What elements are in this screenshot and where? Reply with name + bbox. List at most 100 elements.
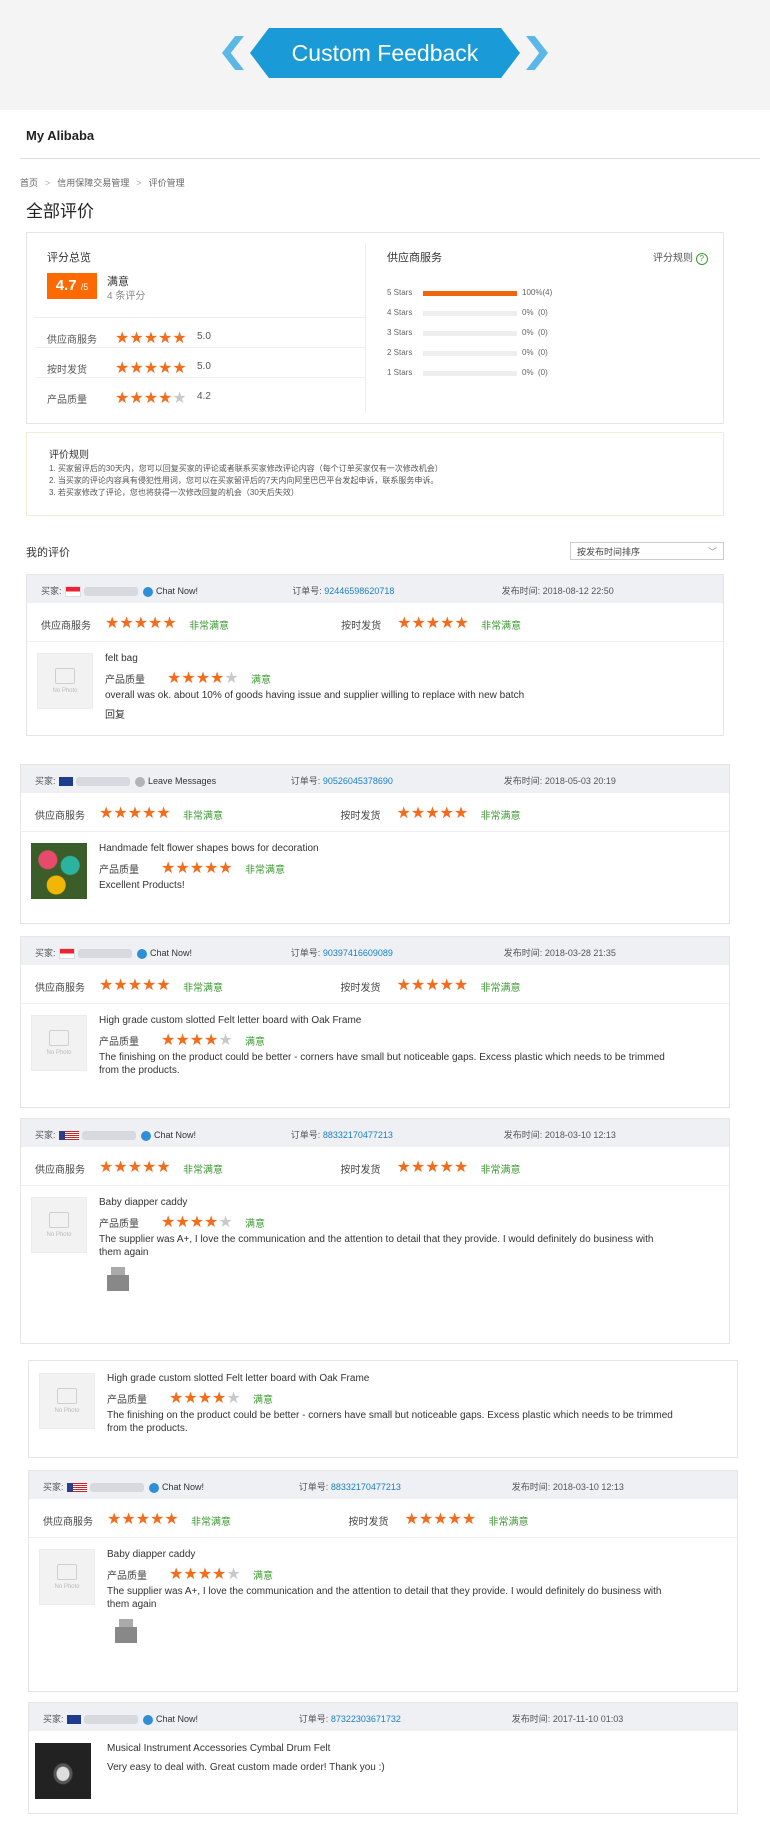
order-info: 订单号: 88332170477213 [298, 1482, 401, 1492]
service-stars: ★★★★★ [107, 1511, 179, 1528]
dist-value: 0% (0) [522, 348, 548, 357]
contact-link[interactable]: Leave Messages [148, 776, 216, 786]
chat-icon[interactable] [149, 1482, 160, 1493]
product-photo[interactable] [35, 1743, 91, 1799]
flag-au-icon [66, 1715, 81, 1725]
order-number-link[interactable]: 88332170477213 [331, 1482, 401, 1492]
metric-value: 5.0 [197, 361, 211, 372]
chat-icon[interactable] [143, 586, 154, 597]
banner: Custom Feedback [0, 0, 770, 110]
quality-stars: ★★★★★ [167, 670, 239, 687]
product-photo[interactable]: No Photo [37, 653, 93, 709]
contact-link[interactable]: Chat Now! [150, 948, 192, 958]
breadcrumb-item: 评价管理 [148, 178, 185, 188]
review-comment: overall was ok. about 10% of goods havin… [105, 690, 525, 701]
order-number-link[interactable]: 87322303671732 [331, 1714, 401, 1724]
order-number-link[interactable]: 90526045378690 [323, 776, 393, 786]
review-header: 买家: Leave Messages 订单号: 90526045378690 发… [21, 765, 729, 793]
brand-title[interactable]: My Alibaba [26, 128, 94, 143]
product-photo[interactable]: No Photo [31, 1015, 87, 1071]
caddy-photo[interactable] [111, 1617, 141, 1643]
image-icon [57, 1388, 77, 1404]
review-header: 买家: Chat Now! 订单号: 88332170477213 发布时间: … [29, 1471, 737, 1499]
quality-stars: ★★★★★ [169, 1390, 241, 1407]
quality-rating-text: 满意 [253, 1571, 273, 1582]
chat-icon[interactable] [141, 1130, 152, 1141]
on-time-label: 按时发货 [340, 811, 381, 822]
dist-bar-fill [423, 291, 517, 296]
sort-select[interactable]: 按发布时间排序 ﹀ [570, 542, 724, 560]
buyer-info: 买家: Leave Messages [35, 776, 217, 787]
on-time-rating-text: 非常满意 [481, 621, 522, 632]
chat-icon[interactable] [135, 776, 146, 787]
review-header: 买家: Chat Now! 订单号: 92446598620718 发布时间: … [27, 575, 723, 603]
quality-stars: ★★★★★ [161, 860, 233, 877]
supplier-service-label: 供应商服务 [387, 252, 442, 264]
divider [20, 158, 760, 159]
breadcrumb-item[interactable]: 信用保障交易管理 [57, 178, 129, 188]
buyer-name-blurred [83, 587, 138, 597]
review-header: 买家: Chat Now! 订单号: 90397416609089 发布时间: … [21, 937, 729, 965]
contact-link[interactable]: Chat Now! [156, 1714, 198, 1724]
breadcrumb-item[interactable]: 首页 [20, 178, 38, 188]
review-time: 发布时间: 2018-03-28 21:35 [503, 948, 616, 958]
review-card: 买家: Chat Now! 订单号: 90397416609089 发布时间: … [20, 936, 730, 1108]
service-rating-text: 非常满意 [189, 621, 229, 632]
product-title-link[interactable]: High grade custom slotted Felt letter bo… [99, 1015, 361, 1026]
order-info: 订单号: 87322303671732 [298, 1714, 401, 1724]
order-number-link[interactable]: 92446598620718 [324, 586, 394, 596]
metric-label: 按时发货 [47, 365, 87, 376]
supplier-service-label: 供应商服务 [43, 1517, 93, 1528]
order-number-link[interactable]: 90397416609089 [323, 948, 393, 958]
dist-label: 4 Stars [387, 308, 413, 317]
quality-label: 产品质量 [99, 1219, 139, 1230]
product-photo[interactable]: No Photo [39, 1373, 95, 1429]
chevron-right-icon [526, 36, 548, 70]
overall-score: 4.7 /5 [47, 273, 97, 299]
flag-au-icon [58, 777, 73, 787]
product-photo[interactable]: No Photo [31, 1197, 87, 1253]
quality-rating-text: 满意 [245, 1037, 265, 1048]
dist-label: 1 Stars [387, 368, 413, 377]
buyer-name-blurred [83, 1715, 138, 1725]
dist-label: 2 Stars [387, 348, 413, 357]
supplier-service-label: 供应商服务 [35, 1165, 85, 1176]
product-title: Baby diapper caddy [99, 1197, 188, 1208]
service-stars: ★★★★★ [99, 977, 171, 994]
caddy-photo[interactable] [103, 1265, 133, 1291]
quality-label: 产品质量 [105, 675, 145, 686]
flag-us-icon [58, 1131, 79, 1141]
rule-link[interactable]: 评分规则 ? [653, 249, 708, 265]
quality-label: 产品质量 [107, 1395, 147, 1406]
service-rating-text: 非常满意 [191, 1517, 231, 1528]
product-title-link[interactable]: Musical Instrument Accessories Cymbal Dr… [107, 1743, 330, 1754]
help-icon[interactable]: ? [695, 253, 708, 265]
order-number-link[interactable]: 88332170477213 [323, 1130, 393, 1140]
service-rating-text: 非常满意 [183, 983, 223, 994]
reply-link[interactable]: 回复 [105, 706, 125, 721]
on-time-stars: ★★★★★ [404, 1511, 477, 1528]
metric-stars: ★★★★★ [115, 330, 187, 347]
review-card: 买家: Chat Now! 订单号: 92446598620718 发布时间: … [26, 574, 724, 736]
product-title: felt bag [105, 653, 138, 664]
on-time-rating-text: 非常满意 [480, 983, 521, 994]
rules-panel: 评价规则 1. 买家留评后的30天内，您可以回复买家的评论或者联系买家修改评论内… [26, 432, 724, 516]
contact-link[interactable]: Chat Now! [162, 1482, 204, 1492]
breadcrumb: 首页 > 信用保障交易管理 > 评价管理 [20, 178, 185, 188]
chat-icon[interactable] [137, 948, 148, 959]
contact-link[interactable]: Chat Now! [156, 586, 198, 596]
product-title-link[interactable]: Handmade felt flower shapes bows for dec… [99, 843, 319, 854]
product-photo[interactable]: No Photo [39, 1549, 95, 1605]
review-card: 买家: Chat Now! 订单号: 87322303671732 发布时间: … [28, 1702, 738, 1814]
buyer-name-blurred [77, 949, 132, 959]
order-info: 订单号: 90526045378690 [290, 776, 393, 786]
product-title-link[interactable]: High grade custom slotted Felt letter bo… [107, 1373, 369, 1384]
chevron-left-icon [222, 36, 244, 70]
product-photo[interactable] [31, 843, 87, 899]
quality-rating-text: 满意 [245, 1219, 265, 1230]
dist-bar [423, 311, 517, 316]
flag-sg-icon [58, 948, 75, 960]
metric-label: 供应商服务 [47, 335, 97, 346]
chat-icon[interactable] [143, 1714, 154, 1725]
contact-link[interactable]: Chat Now! [154, 1130, 196, 1140]
